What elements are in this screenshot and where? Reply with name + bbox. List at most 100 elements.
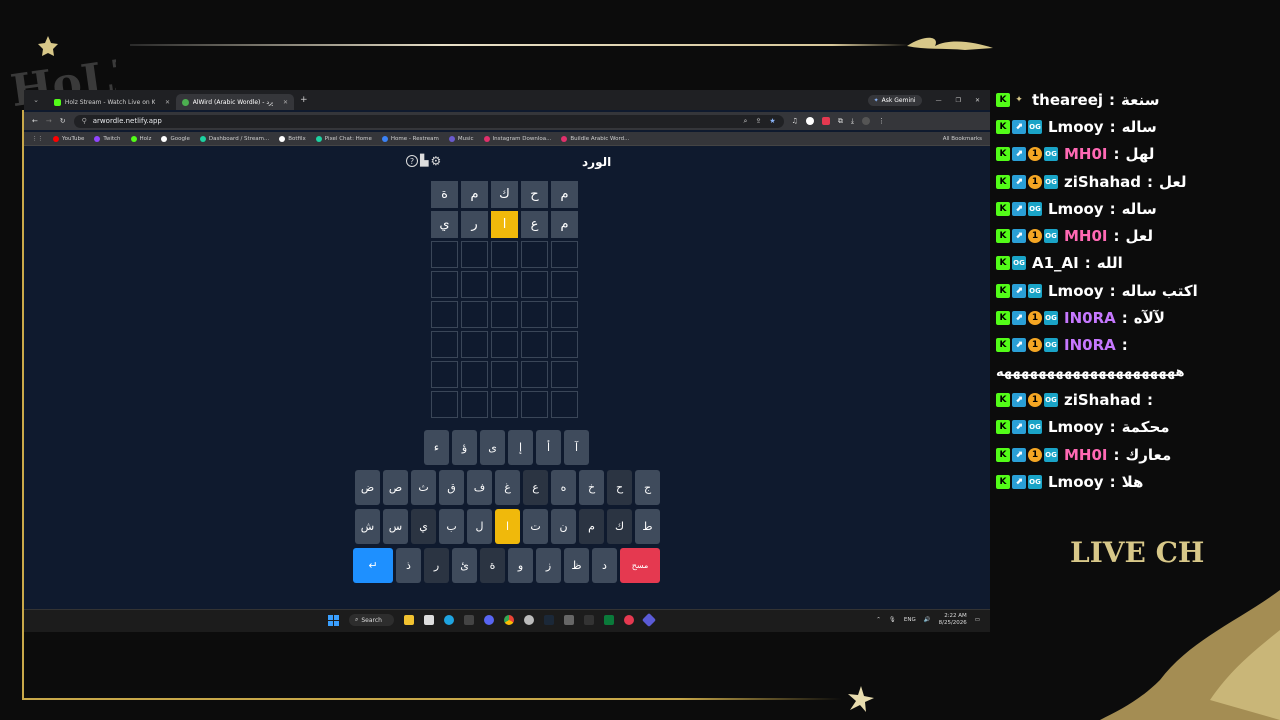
chat-username[interactable]: IN0RA [1064,336,1116,354]
all-bookmarks-button[interactable]: All Bookmarks [943,136,982,142]
mic-icon[interactable]: 🎙 [889,617,896,623]
keyboard-key[interactable]: ب [439,509,464,544]
chat-username[interactable]: theareej [1032,91,1103,109]
keyboard-key[interactable]: ع [523,470,548,505]
taskbar-search[interactable]: ⌕ Search [349,614,394,626]
url-field[interactable]: ⚲ arwordle.netlify.app ⌕ ⇪ ★ [73,114,784,128]
keyboard-key[interactable]: آ [564,430,589,465]
chat-username[interactable]: A1_AI [1032,254,1079,272]
close-tab-icon[interactable]: ✕ [277,99,288,106]
delete-key[interactable]: مسح [620,548,660,583]
chat-username[interactable]: MH0I [1064,145,1108,163]
keyboard-key[interactable]: م [579,509,604,544]
bookmark-item[interactable]: Holz [130,135,151,142]
app-icon[interactable] [641,612,657,628]
keyboard-key[interactable]: ت [523,509,548,544]
edge-icon[interactable] [444,615,454,625]
media-icon[interactable]: ♫ [792,117,798,125]
site-info-icon[interactable]: ⚲ [82,117,87,125]
enter-key[interactable]: ↵ [353,548,393,583]
steam-icon[interactable] [544,615,554,625]
restore-icon[interactable]: ❐ [956,97,961,104]
stats-icon[interactable]: ▙ [420,155,428,167]
bookmark-item[interactable]: Instagram Downloa... [483,135,551,142]
chrome-icon[interactable] [504,615,514,625]
app-icon[interactable] [604,615,614,625]
keyboard-key[interactable]: ل [467,509,492,544]
app-icon[interactable] [584,615,594,625]
chat-username[interactable]: Lmooy [1048,118,1104,136]
keyboard-key[interactable]: ؤ [452,430,477,465]
tray-chevron-icon[interactable]: ⌃ [876,617,881,623]
help-icon[interactable]: ? [406,155,418,167]
keyboard-key[interactable]: س [383,509,408,544]
keyboard-key[interactable]: ش [355,509,380,544]
keyboard-key[interactable]: ئ [452,548,477,583]
keyboard-app-icon[interactable] [564,615,574,625]
keyboard-key[interactable]: ف [467,470,492,505]
keyboard-key[interactable]: ء [424,430,449,465]
bookmark-item[interactable]: Music [448,135,474,142]
windows-start-icon[interactable] [328,614,339,626]
chat-username[interactable]: IN0RA [1064,309,1116,327]
chat-username[interactable]: MH0I [1064,227,1108,245]
settings-app-icon[interactable] [524,615,534,625]
keyboard-key[interactable]: ك [607,509,632,544]
keyboard-key[interactable]: ى [480,430,505,465]
keyboard-key[interactable]: ث [411,470,436,505]
keyboard-key[interactable]: ز [536,548,561,583]
chat-username[interactable]: Lmooy [1048,282,1104,300]
keyboard-key[interactable]: ط [635,509,660,544]
bookmark-item[interactable]: Dashboard / Stream... [199,135,269,142]
keyboard-key[interactable]: ة [480,548,505,583]
chat-username[interactable]: ziShahad [1064,173,1141,191]
keyboard-key[interactable]: ذ [396,548,421,583]
share-icon[interactable]: ⇪ [755,117,761,125]
keyboard-key[interactable]: خ [579,470,604,505]
bookmark-item[interactable]: Google [161,135,190,142]
account-avatar[interactable] [862,117,871,125]
bookmark-item[interactable]: Buildle Arabic Word... [561,135,629,142]
keyboard-key[interactable]: ق [439,470,464,505]
new-tab-button[interactable]: + [300,95,308,105]
forward-icon[interactable]: → [46,117,52,125]
keyboard-key[interactable]: ض [355,470,380,505]
ask-gemini-button[interactable]: ✦ Ask Gemini [867,94,922,106]
app-icon[interactable] [624,615,634,625]
bookmark-item[interactable]: Home - Restream [381,135,439,142]
keyboard-key[interactable]: ظ [564,548,589,583]
bookmark-star-icon[interactable]: ★ [769,117,775,125]
keyboard-key[interactable]: ج [635,470,660,505]
keyboard-key[interactable]: د [592,548,617,583]
back-icon[interactable]: ← [32,117,38,125]
chat-username[interactable]: Lmooy [1048,418,1104,436]
keyboard-key[interactable]: ر [424,548,449,583]
download-icon[interactable]: ⤓ [851,117,854,126]
app-icon[interactable] [464,615,474,625]
tab-search-icon[interactable]: ⌄ [30,94,42,106]
keyboard-key[interactable]: و [508,548,533,583]
notifications-icon[interactable]: ▭ [975,617,980,623]
keyboard-key[interactable]: ح [607,470,632,505]
chat-username[interactable]: Lmooy [1048,473,1104,491]
store-icon[interactable] [424,615,434,625]
extension-red-icon[interactable] [821,117,830,125]
reload-icon[interactable]: ↻ [60,117,66,125]
keyboard-key[interactable]: ي [411,509,436,544]
tab-alwird[interactable]: AlWird (Arabic Wordle) - الورد ✕ [176,94,294,110]
discord-icon[interactable] [484,615,494,625]
zoom-icon[interactable]: ⌕ [744,117,748,126]
volume-icon[interactable]: 🔊 [924,617,931,623]
chat-username[interactable]: Lmooy [1048,200,1104,218]
keyboard-key[interactable]: أ [536,430,561,465]
profile-avatar[interactable] [805,117,814,125]
close-window-icon[interactable]: ✕ [975,97,980,104]
keyboard-key[interactable]: ه [551,470,576,505]
clock[interactable]: 2:22 AM 8/25/2026 [939,613,967,627]
bookmark-item[interactable]: Twitch [94,135,121,142]
keyboard-key[interactable]: ن [551,509,576,544]
chat-username[interactable]: MH0I [1064,446,1108,464]
keyboard-key[interactable]: غ [495,470,520,505]
bookmark-item[interactable]: Pixel Chat: Home [315,135,372,142]
bookmark-item[interactable]: Botfilx [279,135,306,142]
